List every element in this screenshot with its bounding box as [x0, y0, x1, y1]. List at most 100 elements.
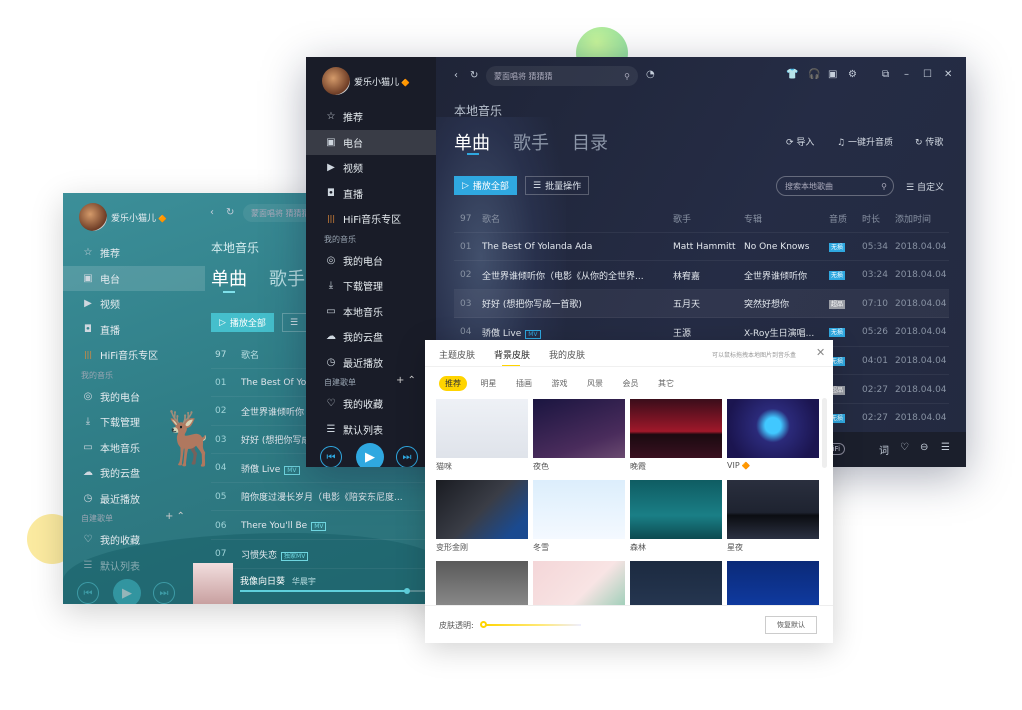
lyrics-icon[interactable]: 词 [879, 442, 889, 457]
sidebar-item-heart[interactable]: ♡ 我的收藏 [306, 391, 436, 416]
progress-bar[interactable] [240, 588, 430, 594]
batch-button[interactable]: ☰ 批量操作 [525, 176, 590, 195]
mini-mode-icon[interactable]: ▣ [828, 69, 837, 80]
skin-tab-1[interactable]: 背景皮肤 [494, 348, 530, 361]
category-chip[interactable]: 推荐 [439, 376, 467, 391]
play-all-button[interactable]: ▷ 播放全部 [454, 176, 517, 195]
mv-badge[interactable]: MV [525, 329, 541, 339]
sidebar-item-star[interactable]: ☆ 推荐 [63, 240, 205, 265]
cell-artist: 王源 [673, 326, 691, 339]
add-playlist-icon[interactable]: + ⌃ [396, 375, 416, 386]
sidebar-item-hifi[interactable]: ||| HiFi音乐专区 [63, 342, 205, 367]
sidebar-item-live[interactable]: ◘ 直播 [306, 181, 436, 206]
tab-artists[interactable]: 歌手 [513, 129, 549, 155]
skin-thumbnail[interactable] [533, 399, 625, 458]
play-button[interactable]: ▶ [356, 443, 384, 467]
skin-thumbnail[interactable] [436, 561, 528, 607]
sidebar-item-video[interactable]: ▶ 视频 [306, 155, 436, 180]
sidebar-item-podcast[interactable]: ◎ 我的电台 [306, 248, 436, 273]
clock-icon: ◷ [326, 356, 336, 368]
sidebar-item-clock[interactable]: ◷ 最近播放 [63, 486, 205, 511]
sidebar-item-radio[interactable]: ▣ 电台 [63, 265, 205, 291]
add-playlist-icon[interactable]: + ⌃ [165, 511, 185, 522]
category-chip[interactable]: 风景 [581, 376, 609, 391]
avatar[interactable] [79, 203, 107, 231]
upgrade-quality-button[interactable]: ♫ 一键升音质 [837, 135, 893, 148]
sidebar-item-live[interactable]: ◘ 直播 [63, 317, 205, 342]
prev-button[interactable]: ⏮ [320, 446, 342, 467]
sidebar-item-monitor[interactable]: ▭ 本地音乐 [306, 299, 436, 324]
back-icon[interactable]: ‹ [454, 70, 458, 81]
avatar[interactable] [322, 67, 350, 95]
customize-button[interactable]: ☰ 自定义 [906, 180, 944, 193]
import-button[interactable]: ⟳ 导入 [786, 135, 814, 148]
table-row[interactable]: 02 全世界谁倾听你（电影《从你的全世界... 林宥嘉 全世界谁倾听你 无损 03:24 2… [454, 262, 949, 290]
sidebar-item-hifi[interactable]: ||| HiFi音乐专区 [306, 206, 436, 231]
sidebar-item-radio[interactable]: ▣ 电台 [306, 129, 436, 155]
mv-badge[interactable]: MV [284, 465, 300, 475]
transfer-button[interactable]: ↻ 传歌 [915, 135, 943, 148]
close-icon[interactable]: ✕ [944, 69, 952, 80]
sidebar-item-list[interactable]: ☰ 默认列表 [306, 417, 436, 442]
table-row[interactable]: 01 The Best Of Yolanda Ada Matt Hammitt No … [454, 233, 949, 261]
skin-thumbnail[interactable] [630, 561, 722, 607]
refresh-icon[interactable]: ↻ [226, 207, 234, 218]
sidebar-item-download[interactable]: ⤓ 下载管理 [306, 273, 436, 298]
skin-thumbnail[interactable] [436, 480, 528, 539]
back-icon[interactable]: ‹ [210, 207, 214, 218]
category-chip[interactable]: 明星 [475, 376, 503, 391]
reset-default-button[interactable]: 恢复默认 [765, 616, 817, 634]
skin-tab-2[interactable]: 我的皮肤 [549, 348, 585, 361]
more-icon[interactable]: ⊖ [920, 442, 928, 453]
skin-thumbnail[interactable] [533, 561, 625, 607]
tab-artists[interactable]: 歌手 [269, 265, 305, 291]
category-chip[interactable]: 插画 [510, 376, 538, 391]
close-icon[interactable]: ✕ [816, 346, 825, 359]
skin-tab-0[interactable]: 主题皮肤 [439, 348, 475, 361]
maximize-icon[interactable]: ☐ [923, 69, 932, 80]
skin-thumbnail[interactable] [630, 480, 722, 539]
skin-thumbnail[interactable] [727, 561, 819, 607]
recognize-icon[interactable]: ◔ [646, 69, 655, 80]
scrollbar[interactable] [822, 398, 827, 468]
sidebar-item-star[interactable]: ☆ 推荐 [306, 104, 436, 129]
skin-thumbnail[interactable] [630, 399, 722, 458]
mv-badge[interactable]: 独家MV [281, 551, 309, 561]
opacity-slider[interactable] [480, 621, 581, 628]
search-icon[interactable]: ⚲ [624, 72, 630, 81]
skin-thumbnail[interactable] [727, 399, 819, 458]
category-chip[interactable]: 其它 [652, 376, 680, 391]
table-row[interactable]: 03 好好 (想把你写成一首歌) 五月天 突然好想你 超品 07:10 2018.04.04 [454, 290, 949, 319]
skin-thumbnail[interactable] [727, 480, 819, 539]
table-row[interactable]: 07 习惯失恋 独家MV [211, 541, 443, 569]
skin-thumbnail[interactable] [533, 480, 625, 539]
tab-songs[interactable]: 单曲 [211, 265, 247, 291]
playlist-icon[interactable]: ☰ [941, 442, 950, 453]
heart-icon[interactable]: ♡ [900, 442, 909, 453]
restore-icon[interactable]: ⧉ [882, 69, 889, 80]
tab-songs[interactable]: 单曲 [454, 129, 490, 155]
slider-handle[interactable] [480, 621, 487, 628]
mv-badge[interactable]: MV [311, 521, 327, 531]
settings-icon[interactable]: ⚙ [848, 69, 857, 80]
search-input[interactable]: 蒙面唱将 猜猜猜 ⚲ [486, 66, 638, 86]
skin-icon[interactable]: 👕 [786, 69, 798, 80]
headphones-icon[interactable]: 🎧 [808, 69, 820, 80]
tab-folders[interactable]: 目录 [572, 129, 608, 155]
category-chip[interactable]: 游戏 [546, 376, 574, 391]
skin-thumbnail[interactable] [436, 399, 528, 458]
sidebar-item-cloud[interactable]: ☁ 我的云盘 [306, 324, 436, 349]
refresh-icon[interactable]: ↻ [470, 70, 478, 81]
play-all-button[interactable]: ▷ 播放全部 [211, 313, 274, 332]
category-chip[interactable]: 会员 [617, 376, 645, 391]
local-search-input[interactable]: 搜索本地歌曲 ⚲ [776, 176, 894, 196]
sidebar-item-clock[interactable]: ◷ 最近播放 [306, 350, 436, 375]
next-button[interactable]: ⏭ [396, 446, 418, 467]
table-row[interactable]: 05 陪你度过漫长岁月（电影《陪安东尼度... [211, 483, 443, 512]
sidebar-item-podcast[interactable]: ◎ 我的电台 [63, 384, 205, 409]
cell-added: 2018.04.04 [895, 327, 947, 337]
table-row[interactable]: 06 There You'll Be MV [211, 512, 443, 540]
sidebar-item-video[interactable]: ▶ 视频 [63, 291, 205, 316]
search-icon[interactable]: ⚲ [881, 182, 887, 191]
minimize-icon[interactable]: – [904, 69, 909, 80]
